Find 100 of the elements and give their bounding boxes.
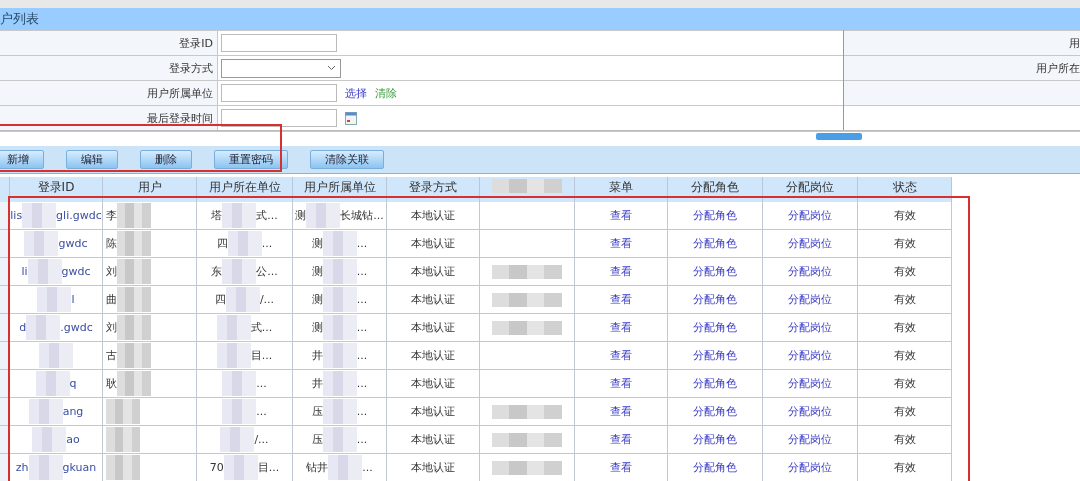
cell-text: 钻井 — [306, 460, 329, 475]
redaction-blur — [306, 203, 341, 228]
assign-role-link[interactable]: 分配角色 — [693, 460, 737, 475]
assign-post-link[interactable]: 分配岗位 — [788, 236, 832, 251]
view-link[interactable]: 查看 — [610, 432, 632, 447]
collapse-handle[interactable] — [816, 133, 862, 140]
table-cell: 有效 — [858, 202, 952, 230]
assign-role-link[interactable]: 分配角色 — [693, 264, 737, 279]
assign-role-link[interactable]: 分配角色 — [693, 404, 737, 419]
field-label: 用户所在 — [1036, 60, 1080, 76]
assign-role-link[interactable]: 分配角色 — [693, 236, 737, 251]
table-cell — [0, 258, 10, 286]
field-label: 最后登录时间 — [147, 110, 213, 126]
view-link[interactable]: 查看 — [610, 292, 632, 307]
cell-text: ... — [356, 321, 368, 334]
assign-post-link[interactable]: 分配岗位 — [788, 208, 832, 223]
cell-text: 压 — [311, 432, 323, 447]
table-cell: 有效 — [858, 370, 952, 398]
cell-text: ... — [356, 265, 368, 278]
table-cell: 有效 — [858, 230, 952, 258]
column-header: 分配岗位 — [763, 177, 858, 202]
input-field[interactable] — [221, 34, 337, 52]
table-cell: 有效 — [858, 286, 952, 314]
table-cell: 有效 — [858, 314, 952, 342]
dropdown-field[interactable] — [221, 58, 341, 78]
assign-role-link[interactable]: 分配角色 — [693, 208, 737, 223]
table-cell — [0, 342, 10, 370]
calendar-icon[interactable] — [345, 111, 357, 125]
table-cell — [0, 370, 10, 398]
cell-text: 古 — [106, 348, 117, 363]
redaction-blur — [222, 259, 257, 284]
table-cell — [0, 202, 10, 230]
table-cell — [0, 398, 10, 426]
toolbar-button[interactable]: 删除 — [140, 150, 192, 169]
cell-text: ... — [356, 405, 368, 418]
column-header: 登录方式 — [387, 177, 480, 202]
assign-post-link[interactable]: 分配岗位 — [788, 292, 832, 307]
cell-text: ... — [256, 377, 267, 390]
redaction-blur — [26, 315, 61, 340]
view-link[interactable]: 查看 — [610, 376, 632, 391]
redaction-blur — [28, 455, 63, 480]
redaction-blur — [117, 231, 151, 256]
table-cell: 本地认证 — [387, 454, 480, 481]
clear-link[interactable]: 清除 — [375, 85, 397, 101]
column-header: 菜单 — [575, 177, 668, 202]
assign-post-link[interactable]: 分配岗位 — [788, 432, 832, 447]
view-link[interactable]: 查看 — [610, 320, 632, 335]
cell-text: 井 — [311, 376, 323, 391]
cell-text: 长城钻... — [340, 208, 384, 223]
cell-text: ... — [356, 293, 368, 306]
assign-post-link[interactable]: 分配岗位 — [788, 320, 832, 335]
redaction-blur — [322, 399, 357, 424]
cell-text: 井 — [311, 348, 323, 363]
toolbar-button[interactable]: 重置密码 — [214, 150, 288, 169]
select-link[interactable]: 选择 — [345, 85, 367, 101]
table-cell: 本地认证 — [387, 202, 480, 230]
cell-text: 四 — [214, 292, 226, 307]
assign-post-link[interactable]: 分配岗位 — [788, 264, 832, 279]
redaction-blur — [106, 427, 140, 452]
table-cell: 本地认证 — [387, 230, 480, 258]
redaction-blur — [322, 287, 357, 312]
view-link[interactable]: 查看 — [610, 348, 632, 363]
redaction-blur — [322, 343, 357, 368]
redaction-blur — [322, 427, 357, 452]
view-link[interactable]: 查看 — [610, 404, 632, 419]
view-link[interactable]: 查看 — [610, 264, 632, 279]
view-link[interactable]: 查看 — [610, 460, 632, 475]
table-cell: 有效 — [858, 342, 952, 370]
toolbar-button[interactable]: 新增 — [0, 150, 44, 169]
redaction-blur — [322, 371, 357, 396]
cell-text: 测 — [311, 292, 323, 307]
date-field[interactable] — [221, 109, 337, 127]
table-cell: 本地认证 — [387, 286, 480, 314]
redaction-blur — [22, 203, 57, 228]
assign-post-link[interactable]: 分配岗位 — [788, 404, 832, 419]
assign-role-link[interactable]: 分配角色 — [693, 292, 737, 307]
view-link[interactable]: 查看 — [610, 236, 632, 251]
input-field[interactable] — [221, 84, 337, 102]
cell-text: d — [19, 321, 27, 334]
cell-text: zh — [15, 461, 29, 474]
cell-text: gkuan — [62, 461, 97, 474]
assign-role-link[interactable]: 分配角色 — [693, 432, 737, 447]
table-cell: 本地认证 — [387, 370, 480, 398]
cell-text: ao — [66, 433, 80, 446]
redaction-blur — [117, 203, 151, 228]
assign-role-link[interactable]: 分配角色 — [693, 348, 737, 363]
table-cell: 本地认证 — [387, 342, 480, 370]
view-link[interactable]: 查看 — [610, 208, 632, 223]
toolbar-button[interactable]: 编辑 — [66, 150, 118, 169]
toolbar-button[interactable]: 清除关联 — [310, 150, 384, 169]
redaction-blur — [227, 231, 262, 256]
table-cell: 有效 — [858, 258, 952, 286]
assign-post-link[interactable]: 分配岗位 — [788, 460, 832, 475]
assign-post-link[interactable]: 分配岗位 — [788, 376, 832, 391]
assign-role-link[interactable]: 分配角色 — [693, 376, 737, 391]
cell-text: ... — [261, 237, 273, 250]
assign-role-link[interactable]: 分配角色 — [693, 320, 737, 335]
table-cell: 有效 — [858, 398, 952, 426]
table-cell: 本地认证 — [387, 314, 480, 342]
assign-post-link[interactable]: 分配岗位 — [788, 348, 832, 363]
